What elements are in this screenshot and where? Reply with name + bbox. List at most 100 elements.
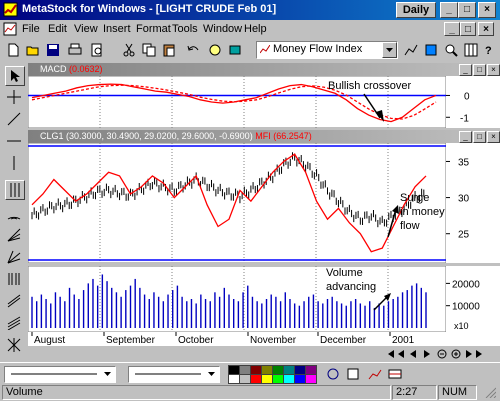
horizontal-line-icon[interactable] — [5, 132, 23, 150]
pane-minimize-button[interactable]: _ — [459, 131, 472, 143]
app-icon[interactable] — [3, 2, 18, 17]
regression-icon[interactable] — [5, 314, 23, 332]
crosshair-icon[interactable] — [5, 88, 23, 106]
vertical-line-icon[interactable] — [5, 154, 23, 172]
gann-fan-icon[interactable] — [5, 248, 23, 266]
price-axis-bg — [446, 143, 500, 263]
x-tick-label: August — [34, 335, 65, 346]
preview-icon[interactable] — [88, 41, 106, 59]
status-message: Volume — [2, 385, 391, 400]
pane-minimize-button[interactable]: _ — [459, 64, 472, 76]
menu-window[interactable]: Window — [203, 23, 242, 35]
indicator-select-value: Money Flow Index — [273, 43, 363, 55]
menu-view[interactable]: View — [74, 23, 98, 35]
indicator-builder-icon[interactable] — [402, 41, 420, 59]
line-style-select[interactable] — [4, 366, 116, 383]
properties-icon[interactable] — [344, 365, 362, 383]
macd-pane-header: MACD (0.0632) _ □ × — [28, 63, 500, 76]
speed-lines-icon[interactable] — [5, 226, 23, 244]
layout-icon[interactable] — [386, 365, 404, 383]
system-tester-icon[interactable] — [422, 41, 440, 59]
menu-insert[interactable]: Insert — [103, 23, 131, 35]
indicator-select[interactable]: Money Flow Index — [256, 41, 398, 59]
save-icon[interactable] — [44, 41, 62, 59]
annotation-volume: Volume — [326, 267, 363, 279]
y-tick-label: 10000 — [452, 302, 480, 313]
resize-grip-icon[interactable] — [482, 386, 497, 399]
price-label: CLG1 — [40, 131, 64, 141]
refresh-icon[interactable] — [324, 365, 342, 383]
x-tick-label: November — [250, 335, 297, 346]
zoom-icon[interactable] — [442, 41, 460, 59]
expert-icon[interactable] — [226, 41, 244, 59]
svg-text:?: ? — [485, 45, 492, 57]
annotation-flow: flow — [400, 220, 420, 232]
macd-label: MACD — [40, 64, 67, 74]
doc-close-button[interactable]: × — [478, 22, 494, 36]
paste-icon[interactable] — [160, 41, 178, 59]
document-icon[interactable] — [3, 22, 17, 36]
print-icon[interactable] — [66, 41, 84, 59]
annotation-surge: Surge — [400, 192, 429, 204]
new-icon[interactable] — [4, 41, 22, 59]
title-bar: MetaStock for Windows - [LIGHT CRUDE Feb… — [0, 0, 500, 20]
chart-icon[interactable] — [366, 365, 384, 383]
undo-icon[interactable] — [184, 41, 202, 59]
status-num: NUM — [438, 385, 477, 400]
explorer-icon[interactable] — [206, 41, 224, 59]
style-bar — [0, 362, 500, 385]
channel-icon[interactable] — [5, 292, 23, 310]
annotation-bullish-crossover: Bullish crossover — [328, 80, 411, 92]
price-pane-header: CLG1 (30.3000, 30.4900, 29.0200, 29.6000… — [28, 130, 500, 143]
chevron-down-icon[interactable] — [382, 42, 397, 58]
menu-bar: File Edit View Insert Format Tools Windo… — [0, 20, 500, 38]
pane-maximize-button[interactable]: □ — [473, 64, 486, 76]
y-tick-label: 20000 — [452, 279, 480, 290]
period-badge[interactable]: Daily — [396, 2, 436, 18]
zoom-nav-icons[interactable] — [386, 348, 496, 360]
grid-icon[interactable] — [462, 41, 480, 59]
pane-close-button[interactable]: × — [487, 64, 500, 76]
menu-file[interactable]: File — [22, 23, 40, 35]
y-tick-label: 25 — [458, 230, 470, 241]
menu-tools[interactable]: Tools — [172, 23, 198, 35]
minimize-button[interactable]: _ — [440, 2, 458, 18]
toolbar: Money Flow Index ? — [0, 38, 500, 63]
x-tick-label: October — [178, 335, 214, 346]
x-tick-label: September — [106, 335, 156, 346]
macd-axis-bg — [446, 76, 500, 128]
doc-restore-button[interactable]: □ — [460, 22, 476, 36]
open-icon[interactable] — [24, 41, 42, 59]
help-icon[interactable]: ? — [480, 41, 498, 59]
maximize-button[interactable]: □ — [458, 2, 476, 18]
volume-chart[interactable]: 20000 10000 x10 Volume advancing — [28, 266, 500, 332]
menu-format[interactable]: Format — [136, 23, 171, 35]
price-chart[interactable]: 35 30 25 Surge in money flow — [28, 143, 500, 263]
chart-window: MACD (0.0632) _ □ × 0 -1 Bullish crossover C… — [28, 62, 500, 362]
color-swatch[interactable] — [305, 374, 317, 384]
status-bar: Volume 2:27 NUM — [0, 384, 500, 400]
annotation-advancing: advancing — [326, 281, 376, 293]
cut-icon[interactable] — [120, 41, 138, 59]
doc-minimize-button[interactable]: _ — [444, 22, 460, 36]
drawing-toolbar — [0, 62, 28, 362]
y-tick-label: 0 — [464, 91, 470, 102]
chart-scroll-strip — [28, 346, 500, 362]
close-button[interactable]: × — [478, 2, 496, 18]
macd-pane-controls: _ □ × — [458, 64, 500, 76]
cycle-lines-icon[interactable] — [5, 180, 25, 200]
menu-edit[interactable]: Edit — [48, 23, 67, 35]
price-values: (30.3000, 30.4900, 29.0200, 29.6000, -0.… — [66, 131, 253, 141]
andrews-pitchfork-icon[interactable] — [5, 336, 23, 354]
pane-close-button[interactable]: × — [487, 131, 500, 143]
menu-help[interactable]: Help — [244, 23, 267, 35]
y-tick-label: -1 — [460, 113, 469, 124]
line-weight-select[interactable] — [128, 366, 220, 383]
fibonacci-arcs-icon[interactable] — [5, 204, 23, 222]
fibonacci-lines-icon[interactable] — [5, 270, 23, 288]
pane-maximize-button[interactable]: □ — [473, 131, 486, 143]
trendline-icon[interactable] — [5, 110, 23, 128]
macd-chart[interactable]: 0 -1 Bullish crossover — [28, 76, 500, 128]
pointer-icon[interactable] — [5, 66, 25, 86]
copy-icon[interactable] — [140, 41, 158, 59]
